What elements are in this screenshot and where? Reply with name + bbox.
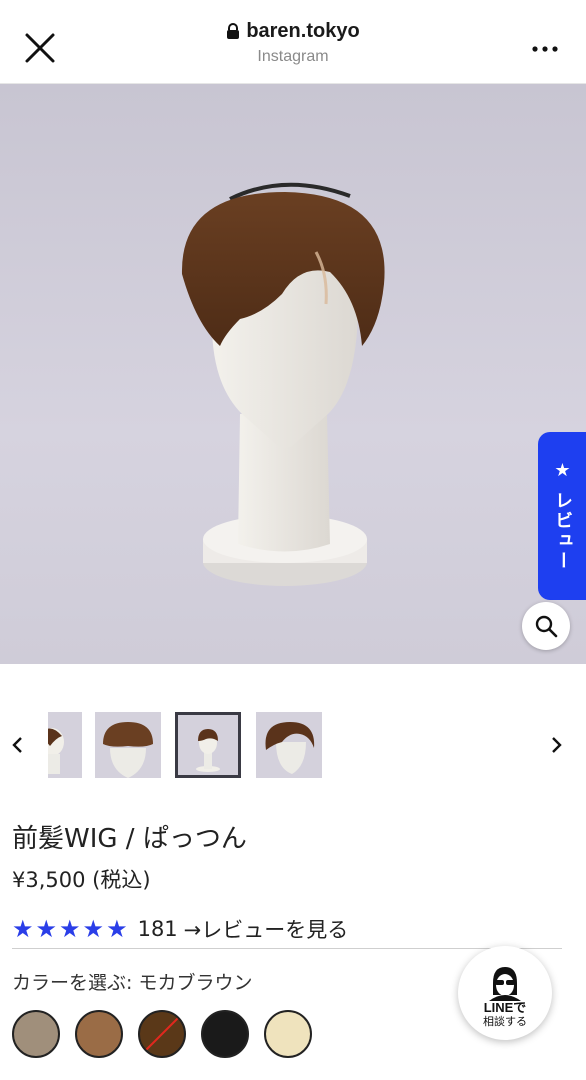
star-icon: ★ [106,915,128,943]
color-swatch-5[interactable] [264,1010,312,1058]
thumbnail-prev-button[interactable] [6,732,28,758]
review-tab-label: ★ レビュー [552,460,573,572]
star-icon: ★ [35,915,58,943]
rating-stars: ★ ★ ★ ★ ★ [12,917,128,941]
color-swatch-4[interactable] [201,1010,249,1058]
color-swatch-1[interactable] [12,1010,60,1058]
product-price: ¥3,500 (税込) [12,868,151,892]
line-chat-button[interactable]: LINEで 相談する [458,946,552,1040]
star-icon: ★ [12,915,34,943]
thumbnail-1[interactable] [48,712,82,778]
chevron-right-icon [552,737,562,753]
divider [12,948,562,949]
thumbnail-4[interactable] [256,712,322,778]
view-reviews-link[interactable]: →レビューを見る [184,914,349,944]
rating-row: ★ ★ ★ ★ ★ 181 →レビューを見る [12,914,348,944]
zoom-button[interactable] [522,602,570,650]
address-display: baren.tokyo Instagram [0,20,586,66]
thumbnail-next-button[interactable] [546,732,568,758]
chevron-left-icon [12,737,22,753]
url-text: baren.tokyo [246,20,360,42]
rating-count: 181 [137,917,178,941]
more-options-button[interactable] [528,32,562,66]
more-dots-icon [532,46,558,52]
unavailable-slash-icon [143,1015,181,1053]
thumbnail-2[interactable] [95,712,161,778]
product-image[interactable]: ★ レビュー [0,84,586,664]
thumbnail-carousel [0,710,586,780]
color-selection-label: カラーを選ぶ: モカブラウン [12,972,253,994]
thumbnail-3-selected[interactable] [175,712,241,778]
color-swatch-2[interactable] [75,1010,123,1058]
product-title: 前髪WIG / ぱっつん [12,824,247,854]
avatar-icon [489,966,521,1001]
browser-header: baren.tokyo Instagram [0,0,586,84]
color-swatches [12,1010,312,1058]
line-sub-label: 相談する [483,1014,527,1028]
review-side-tab[interactable]: ★ レビュー [538,432,586,600]
lock-icon [227,23,240,39]
magnifier-icon [535,615,558,638]
source-label: Instagram [257,48,329,65]
star-icon: ★ [82,915,105,943]
line-label: LINEで [483,999,527,1015]
star-icon: ★ [59,915,81,943]
mannequin-wig-illustration [181,182,385,586]
color-swatch-3-unavailable[interactable] [138,1010,186,1058]
